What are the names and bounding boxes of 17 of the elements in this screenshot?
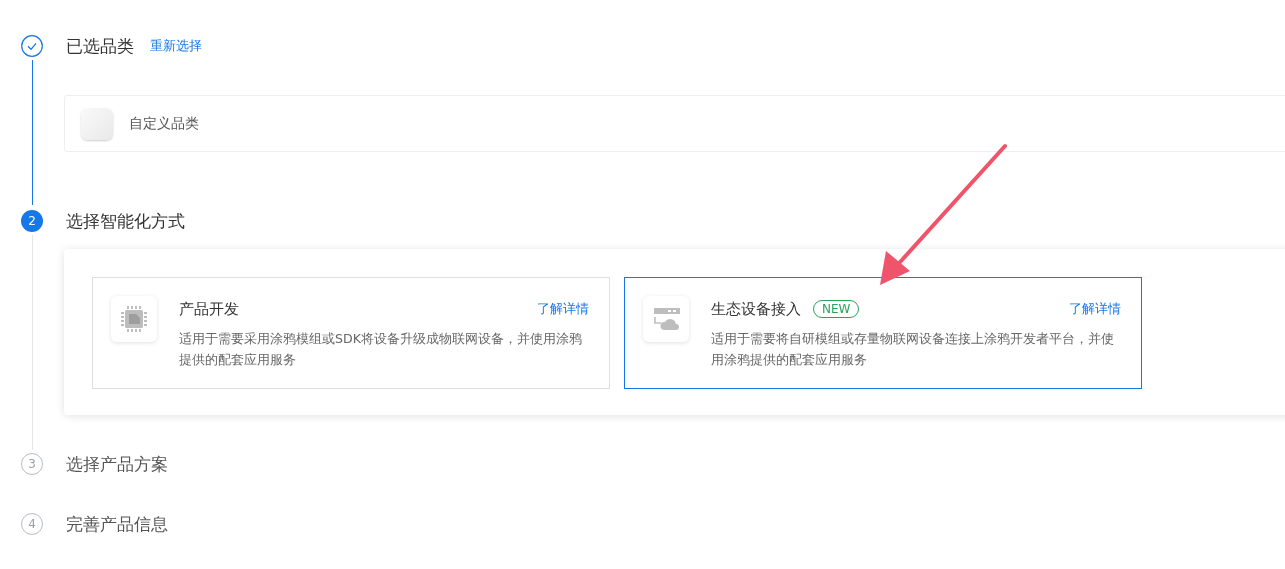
step-title: 选择智能化方式: [66, 209, 185, 233]
step-number: 2: [21, 210, 43, 232]
category-icon: [81, 107, 113, 140]
step-title: 选择产品方案: [66, 452, 168, 476]
option-card[interactable]: 产品开发 了解详情 适用于需要采用涂鸦模组或SDK将设备升级成物联网设备，并使用涂鸦提供的配套应用服务: [92, 277, 610, 389]
category-name: 自定义品类: [129, 114, 199, 133]
details-link[interactable]: 了解详情: [537, 300, 589, 318]
step-title: 完善产品信息: [66, 512, 168, 536]
option-description: 适用于需要采用涂鸦模组或SDK将设备升级成物联网设备，并使用涂鸦提供的配套应用服务: [179, 330, 583, 369]
reselect-link[interactable]: 重新选择: [150, 37, 202, 55]
option-card[interactable]: 生态设备接入 NEW 了解详情 适用于需要将自研模组或存量物联网设备连接上涂鸦开发者平台，并使用涂鸦提供的配套应用服务: [624, 277, 1142, 389]
option-title: 产品开发: [179, 299, 239, 319]
details-link[interactable]: 了解详情: [1069, 300, 1121, 318]
step-title: 已选品类: [66, 34, 134, 58]
chip-icon: [119, 304, 149, 334]
option-title: 生态设备接入: [711, 299, 801, 319]
option-description: 适用于需要将自研模组或存量物联网设备连接上涂鸦开发者平台，并使用涂鸦提供的配套应用服务: [711, 330, 1115, 369]
